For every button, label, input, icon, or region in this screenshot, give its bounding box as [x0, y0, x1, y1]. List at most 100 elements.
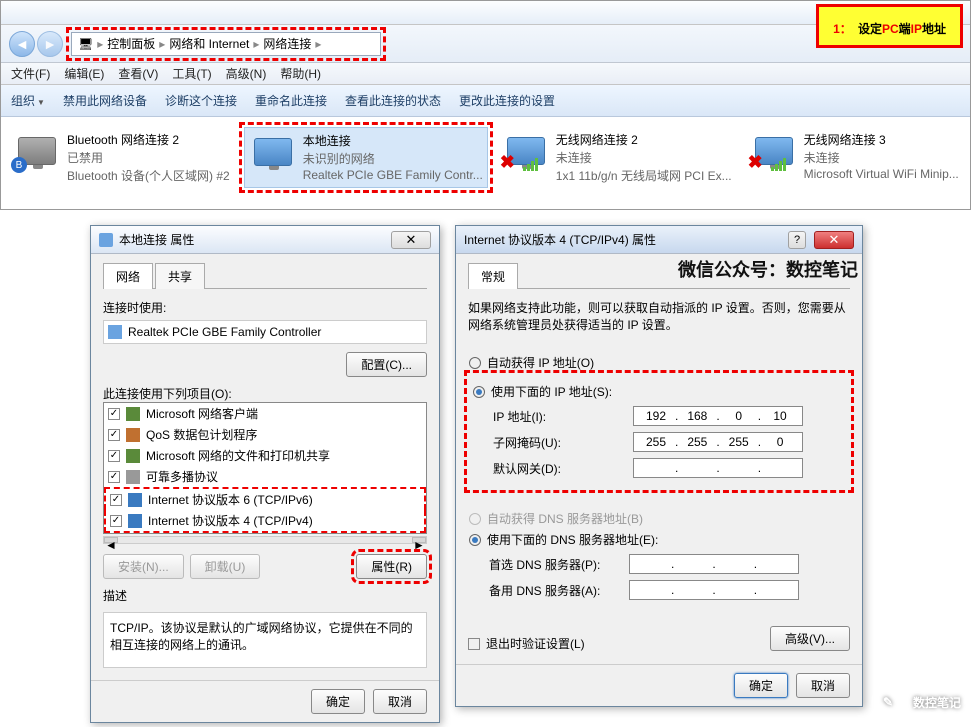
conn-device: Bluetooth 设备(个人区域网) #2 — [67, 167, 230, 184]
dns2-label: 备用 DNS 服务器(A): — [489, 582, 629, 599]
crumb-2[interactable]: 网络和 Internet — [167, 35, 251, 52]
bluetooth-icon: B — [11, 157, 27, 173]
menu-view[interactable]: 查看(V) — [118, 65, 158, 82]
ok-button[interactable]: 确定 — [311, 689, 365, 714]
validate-checkbox[interactable]: 退出时验证设置(L) — [468, 635, 585, 652]
install-button[interactable]: 安装(N)... — [103, 554, 184, 579]
connections-list: B Bluetooth 网络连接 2 已禁用 Bluetooth 设备(个人区域… — [1, 117, 970, 198]
dialog-title: 本地连接 属性 — [119, 231, 194, 248]
items-listbox[interactable]: Microsoft 网络客户端 QoS 数据包计划程序 Microsoft 网络… — [103, 402, 427, 534]
conn-device: Microsoft Virtual WiFi Minip... — [804, 167, 959, 181]
ipv6-icon — [128, 493, 142, 507]
toolbar-rename[interactable]: 重命名此连接 — [255, 92, 327, 109]
close-button[interactable]: ✕ — [814, 231, 854, 249]
checkbox[interactable] — [110, 494, 122, 506]
conn-status: 未连接 — [556, 149, 732, 166]
qos-icon — [126, 428, 140, 442]
checkbox[interactable] — [108, 429, 120, 441]
connection-wifi-2[interactable]: ✖ 无线网络连接 2 未连接 1x1 11b/g/n 无线局域网 PCI Ex.… — [498, 127, 736, 188]
computer-icon: 🖥 — [76, 37, 95, 51]
connection-local[interactable]: 本地连接 未识别的网络 Realtek PCIe GBE Family Cont… — [244, 127, 488, 188]
help-button[interactable]: ? — [788, 231, 806, 249]
conn-name: Bluetooth 网络连接 2 — [67, 131, 230, 148]
annotation-banner: 1： 设定PC端IP地址 — [816, 4, 963, 48]
ip-label: IP 地址(I): — [493, 408, 633, 425]
connection-bluetooth[interactable]: B Bluetooth 网络连接 2 已禁用 Bluetooth 设备(个人区域… — [9, 127, 234, 188]
subnet-mask-input[interactable]: 255.255.255.0 — [633, 432, 803, 452]
client-icon — [126, 407, 140, 421]
dns2-input[interactable]: ... — [629, 580, 799, 600]
info-text: 如果网络支持此功能，则可以获取自动指派的 IP 设置。否则，您需要从网络系统管理… — [468, 299, 850, 333]
menu-help[interactable]: 帮助(H) — [280, 65, 321, 82]
toolbar-diagnose[interactable]: 诊断这个连接 — [165, 92, 237, 109]
dialog-title: Internet 协议版本 4 (TCP/IPv4) 属性 — [464, 231, 656, 248]
gateway-input[interactable]: ... — [633, 458, 803, 478]
list-item: Microsoft 网络的文件和打印机共享 — [104, 445, 426, 466]
list-item: 可靠多播协议 — [104, 466, 426, 487]
dns1-label: 首选 DNS 服务器(P): — [489, 556, 629, 573]
checkbox[interactable] — [108, 408, 120, 420]
toolbar-change[interactable]: 更改此连接的设置 — [459, 92, 555, 109]
toolbar: 组织▼ 禁用此网络设备 诊断这个连接 重命名此连接 查看此连接的状态 更改此连接… — [1, 85, 970, 117]
crumb-1[interactable]: 控制面板 — [105, 35, 157, 52]
checkbox[interactable] — [108, 450, 120, 462]
radio-use-dns[interactable]: 使用下面的 DNS 服务器地址(E): — [469, 531, 849, 548]
conn-name: 本地连接 — [303, 132, 483, 149]
checkbox[interactable] — [108, 471, 120, 483]
nav-back-button[interactable]: ◄ — [9, 31, 35, 57]
menu-bar: 文件(F) 编辑(E) 查看(V) 工具(T) 高级(N) 帮助(H) — [1, 63, 970, 85]
adapter-field: Realtek PCIe GBE Family Controller — [103, 320, 427, 344]
adapter-name: Realtek PCIe GBE Family Controller — [128, 325, 321, 339]
checkbox[interactable] — [110, 515, 122, 527]
list-item: Microsoft 网络客户端 — [104, 403, 426, 424]
properties-button[interactable]: 属性(R) — [356, 554, 427, 579]
cancel-button[interactable]: 取消 — [796, 673, 850, 698]
ip-address-input[interactable]: 192.168.0.10 — [633, 406, 803, 426]
conn-status: 未连接 — [804, 149, 959, 166]
conn-name: 无线网络连接 3 — [804, 131, 959, 148]
wechat-icon: ✎ — [871, 685, 905, 719]
configure-button[interactable]: 配置(C)... — [346, 352, 427, 377]
conn-status: 已禁用 — [67, 149, 230, 166]
menu-advanced[interactable]: 高级(N) — [226, 65, 267, 82]
connection-wifi-3[interactable]: ✖ 无线网络连接 3 未连接 Microsoft Virtual WiFi Mi… — [746, 127, 963, 188]
watermark: ✎ 数控笔记 — [871, 685, 961, 719]
toolbar-status[interactable]: 查看此连接的状态 — [345, 92, 441, 109]
tab-network[interactable]: 网络 — [103, 263, 153, 289]
nic-icon — [108, 325, 122, 339]
radio-auto-dns: 自动获得 DNS 服务器地址(B) — [469, 510, 849, 527]
menu-edit[interactable]: 编辑(E) — [64, 65, 104, 82]
x-icon: ✖ — [748, 152, 763, 173]
ipv4-properties-dialog: Internet 协议版本 4 (TCP/IPv4) 属性 ? ✕ 微信公众号：… — [455, 225, 863, 707]
multicast-icon — [126, 470, 140, 484]
list-item: QoS 数据包计划程序 — [104, 424, 426, 445]
nav-fwd-button[interactable]: ► — [37, 31, 63, 57]
toolbar-disable[interactable]: 禁用此网络设备 — [63, 92, 147, 109]
cancel-button[interactable]: 取消 — [373, 689, 427, 714]
close-button[interactable]: ✕ — [391, 231, 431, 249]
local-connection-properties-dialog: 本地连接 属性 ✕ 网络 共享 连接时使用: Realtek PCIe GBE … — [90, 225, 440, 723]
uninstall-button[interactable]: 卸载(U) — [190, 554, 261, 579]
breadcrumb[interactable]: 🖥 ▸ 控制面板▸ 网络和 Internet▸ 网络连接▸ — [71, 32, 381, 56]
tab-sharing[interactable]: 共享 — [155, 263, 205, 289]
toolbar-organize[interactable]: 组织▼ — [11, 92, 45, 109]
description-text: TCP/IP。该协议是默认的广域网络协议，它提供在不同的相互连接的网络上的通讯。 — [103, 612, 427, 668]
menu-tools[interactable]: 工具(T) — [172, 65, 211, 82]
menu-file[interactable]: 文件(F) — [11, 65, 50, 82]
conn-device: Realtek PCIe GBE Family Contr... — [303, 168, 483, 182]
x-icon: ✖ — [500, 152, 515, 173]
list-item: Internet 协议版本 6 (TCP/IPv6) — [104, 487, 426, 510]
horizontal-scrollbar[interactable]: ◄► — [103, 536, 427, 544]
conn-name: 无线网络连接 2 — [556, 131, 732, 148]
radio-auto-ip[interactable]: 自动获得 IP 地址(O) — [469, 354, 849, 371]
crumb-3[interactable]: 网络连接 — [261, 35, 313, 52]
dns1-input[interactable]: ... — [629, 554, 799, 574]
radio-use-ip[interactable]: 使用下面的 IP 地址(S): — [473, 383, 845, 400]
tab-general[interactable]: 常规 — [468, 263, 518, 289]
share-icon — [126, 449, 140, 463]
conn-device: 1x1 11b/g/n 无线局域网 PCI Ex... — [556, 167, 732, 184]
ok-button[interactable]: 确定 — [734, 673, 788, 698]
advanced-button[interactable]: 高级(V)... — [770, 626, 850, 651]
ipv4-icon — [128, 514, 142, 528]
description-label: 描述 — [103, 587, 427, 604]
